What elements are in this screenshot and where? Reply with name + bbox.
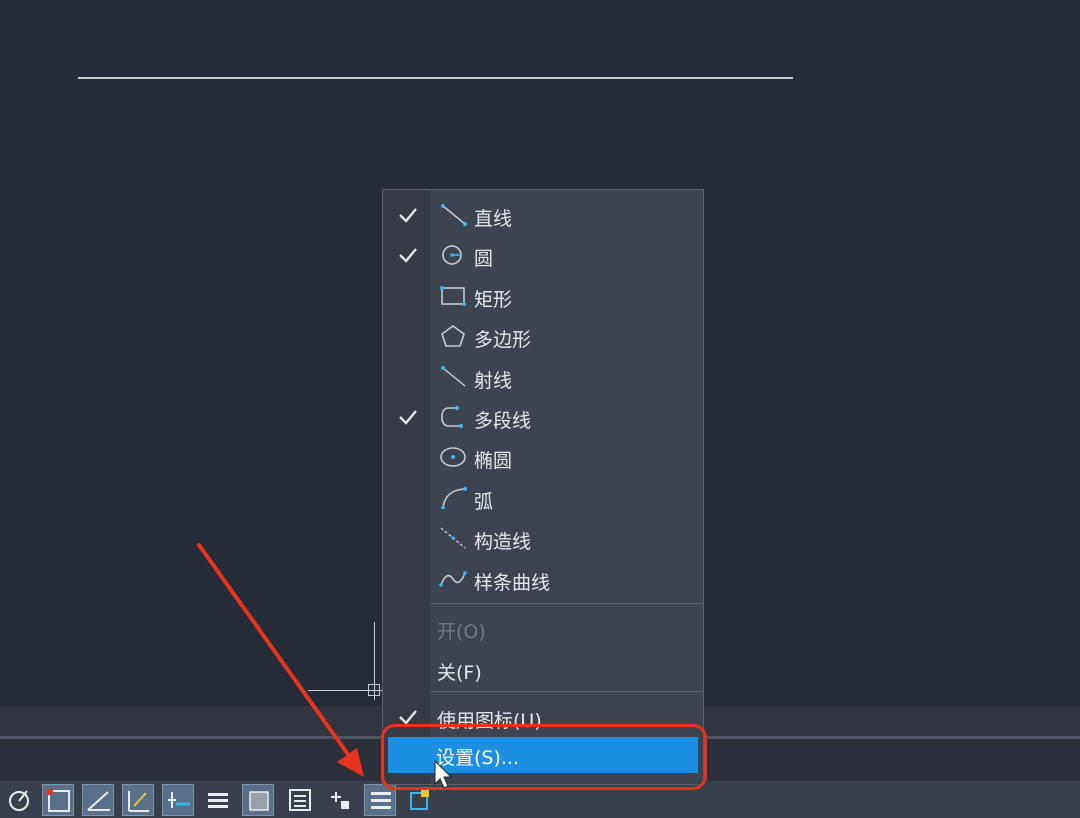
properties-list-toggle-button[interactable] xyxy=(284,784,316,816)
ray-icon xyxy=(439,365,467,388)
ellipse-icon xyxy=(439,446,467,468)
menu-item-ellipse-label: 椭圆 xyxy=(474,450,513,473)
rectangle-icon xyxy=(439,285,467,307)
angle-toggle-button[interactable] xyxy=(82,784,114,816)
polygon-icon xyxy=(439,325,467,347)
menu-item-on: 开(O) xyxy=(383,608,703,648)
construction-line-icon xyxy=(439,527,467,549)
quick-draw-context-menu: 直线圆矩形 多边形 射线 多段线 椭圆弧构造线 样条曲线 开(O) 关(F) 使用图标(U) xyxy=(382,189,704,785)
polar-tracking-toggle-button[interactable] xyxy=(4,784,36,816)
menu-item-ellipse[interactable]: 椭圆 xyxy=(383,437,703,477)
crosshair-pickbox xyxy=(368,684,380,696)
menu-item-rectangle[interactable]: 矩形 xyxy=(383,276,703,316)
menu-item-ray-label: 射线 xyxy=(474,369,513,392)
menu-item-ray[interactable]: 射线 xyxy=(383,357,703,397)
checkmark-icon xyxy=(398,205,418,225)
menu-item-rectangle-label: 矩形 xyxy=(474,288,513,311)
menu-item-construction-line-label: 构造线 xyxy=(474,531,532,554)
menu-item-circle-label: 圆 xyxy=(474,248,494,271)
menu-item-polyline[interactable]: 多段线 xyxy=(383,397,703,437)
selection-cycling-toggle-button[interactable] xyxy=(324,784,356,816)
drawn-line xyxy=(78,77,793,79)
menu-item-spline[interactable]: 样条曲线 xyxy=(383,559,703,599)
polyline-icon xyxy=(439,406,467,428)
mouse-cursor-icon xyxy=(434,760,453,789)
menu-item-off-label: 关(F) xyxy=(437,662,482,684)
menu-item-construction-line[interactable]: 构造线 xyxy=(383,518,703,558)
lineweight-toggle-button[interactable] xyxy=(202,784,234,816)
checkmark-icon xyxy=(398,245,418,265)
menu-item-polygon-label: 多边形 xyxy=(474,329,532,352)
menu-item-arc[interactable]: 弧 xyxy=(383,478,703,518)
spline-icon xyxy=(439,568,467,590)
line-icon xyxy=(439,204,467,226)
checkmark-icon xyxy=(398,407,418,427)
menu-item-line[interactable]: 直线 xyxy=(383,195,703,235)
menu-item-spline-label: 样条曲线 xyxy=(474,571,551,594)
menu-item-on-label: 开(O) xyxy=(437,621,486,643)
menu-separator xyxy=(431,603,703,604)
menu-item-line-label: 直线 xyxy=(474,208,513,230)
menu-item-polygon[interactable]: 多边形 xyxy=(383,316,703,356)
transparency-toggle-button[interactable] xyxy=(242,784,274,816)
menu-item-arc-label: 弧 xyxy=(474,490,494,513)
menu-item-polyline-label: 多段线 xyxy=(474,410,532,432)
ortho-track-toggle-button[interactable] xyxy=(162,784,194,816)
arc-icon xyxy=(439,486,467,510)
menu-separator xyxy=(431,691,703,692)
dynamic-input-toggle-button[interactable] xyxy=(122,784,154,816)
circle-icon xyxy=(439,244,467,266)
annotation-highlight-outline xyxy=(381,724,707,790)
object-snap-toggle-button[interactable] xyxy=(42,784,74,816)
menu-item-off[interactable]: 关(F) xyxy=(383,649,703,689)
menu-item-circle[interactable]: 圆 xyxy=(383,235,703,275)
